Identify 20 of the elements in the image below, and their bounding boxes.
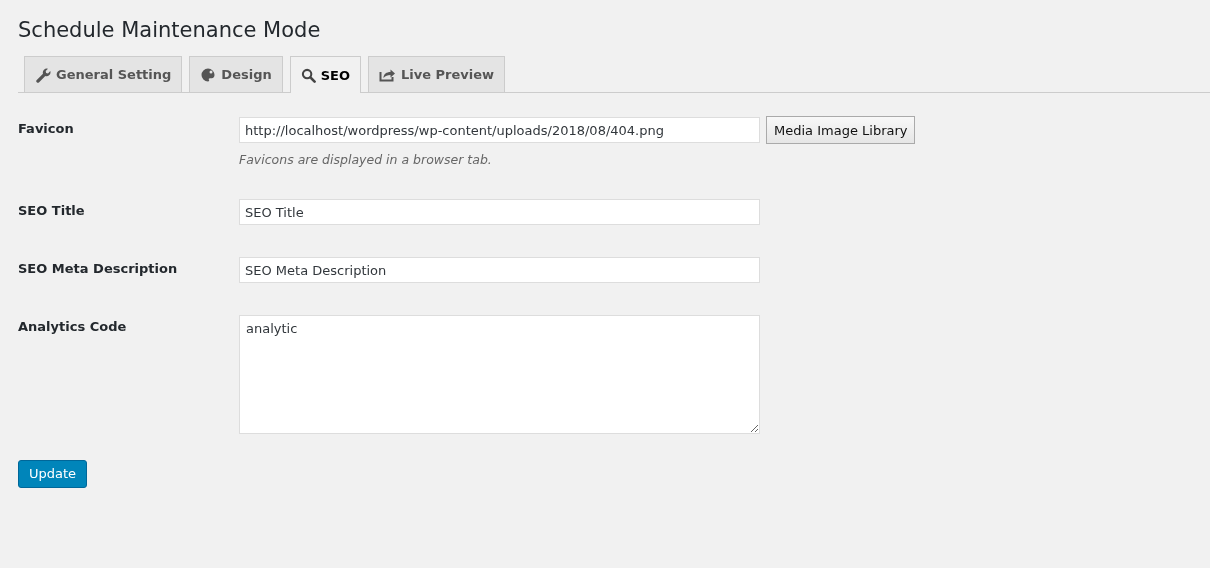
media-library-button[interactable]: Media Image Library <box>766 116 916 144</box>
text-field[interactable]: SEO Meta Description <box>239 257 760 283</box>
field-label: SEO Meta Description <box>18 260 179 278</box>
wrench-icon <box>35 66 51 83</box>
tab[interactable]: General Setting <box>24 56 183 92</box>
update-button[interactable]: Update <box>18 459 88 488</box>
text-field[interactable]: http://localhost/wordpress/wp-content/uploads/2018/08/404.png <box>239 117 760 143</box>
tab[interactable]: Design <box>189 56 283 92</box>
palette-icon <box>200 66 217 83</box>
share-icon <box>379 67 397 82</box>
field-description: Favicons are displayed in a browser tab. <box>239 152 493 167</box>
field-label: Analytics Code <box>18 318 128 336</box>
tab[interactable]: Live Preview <box>368 56 506 92</box>
text-field[interactable]: SEO Title <box>239 199 760 225</box>
field-label: Favicon <box>18 120 75 138</box>
field-label: SEO Title <box>18 202 86 220</box>
tab[interactable]: SEO <box>289 56 362 93</box>
page-title: Schedule Maintenance Mode <box>18 17 322 44</box>
search-icon <box>300 67 316 83</box>
text-area[interactable]: analytic <box>239 315 760 434</box>
